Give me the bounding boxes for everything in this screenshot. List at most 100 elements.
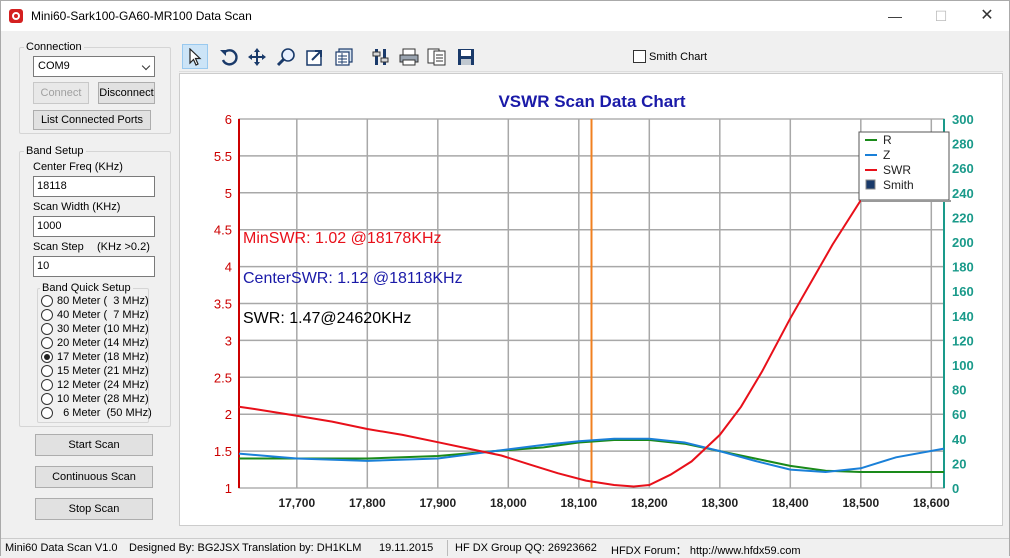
y-left-tick-label: 2 xyxy=(225,407,232,422)
status-version: Mini60 Data Scan V1.0 xyxy=(5,542,118,554)
status-date: 19.11.2015 xyxy=(379,542,434,554)
rotate-icon[interactable] xyxy=(216,44,242,69)
x-tick-label: 17,700 xyxy=(278,496,315,510)
band-radio-label: 12 Meter (24 MHz) xyxy=(57,379,149,391)
band-radio-label: 80 Meter ( 3 MHz) xyxy=(57,295,149,307)
x-tick-label: 18,300 xyxy=(701,496,738,510)
zoom-icon[interactable] xyxy=(273,44,299,69)
band-radio-option[interactable]: 30 Meter (10 MHz) xyxy=(41,322,149,336)
band-radio-option[interactable]: 15 Meter (21 MHz) xyxy=(41,364,149,378)
smith-chart-checkbox[interactable]: Smith Chart xyxy=(633,50,707,63)
scan-width-label: Scan Width (KHz) xyxy=(33,201,121,213)
continuous-scan-button[interactable]: Continuous Scan xyxy=(35,466,153,488)
scan-step-input[interactable]: 10 xyxy=(33,256,155,277)
y-right-tick-label: 220 xyxy=(952,210,974,225)
chart-annotation: SWR: 1.47@24620KHz xyxy=(243,310,411,327)
y-left-tick-label: 4 xyxy=(225,260,232,275)
status-translation: Translation by: DH1KLM xyxy=(242,542,362,554)
scan-step-label: Scan Step xyxy=(33,241,84,253)
close-button[interactable]: ✕ xyxy=(964,1,1010,31)
band-radio-option[interactable]: 6 Meter (50 MHz) xyxy=(41,406,152,420)
band-radio-option[interactable]: 12 Meter (24 MHz) xyxy=(41,378,149,392)
y-right-tick-label: 80 xyxy=(952,383,966,398)
port-select[interactable]: COM9 xyxy=(33,56,155,77)
y-right-tick-label: 120 xyxy=(952,333,974,348)
y-left-tick-label: 3 xyxy=(225,333,232,348)
band-radio-option[interactable]: 17 Meter (18 MHz) xyxy=(41,350,149,364)
port-select-value: COM9 xyxy=(38,60,70,72)
status-designed-by: Designed By: BG2JSX xyxy=(129,542,240,554)
y-left-tick-label: 2.5 xyxy=(214,370,232,385)
pointer-icon[interactable] xyxy=(182,44,208,69)
smith-chart-label: Smith Chart xyxy=(649,50,708,63)
settings-icon[interactable] xyxy=(368,44,394,69)
disconnect-button[interactable]: Disconnect xyxy=(98,82,155,104)
center-freq-input[interactable]: 18118 xyxy=(33,176,155,197)
x-tick-label: 17,800 xyxy=(349,496,386,510)
band-quick-setup-title: Band Quick Setup xyxy=(40,282,133,294)
list-ports-button[interactable]: List Connected Ports xyxy=(33,110,151,130)
radio-icon[interactable] xyxy=(41,379,53,391)
chevron-down-icon xyxy=(141,61,151,71)
y-right-tick-label: 140 xyxy=(952,309,974,324)
radio-icon[interactable] xyxy=(41,393,53,405)
y-left-tick-label: 4.5 xyxy=(214,223,232,238)
radio-icon[interactable] xyxy=(41,407,53,419)
chart-toolbar xyxy=(179,41,1003,72)
radio-icon[interactable] xyxy=(41,351,53,363)
y-right-tick-label: 60 xyxy=(952,407,966,422)
chart-panel[interactable]: 17,700 17,800 17,900 18,000 18,100 18,200 18,3… xyxy=(179,73,1003,526)
band-radio-label: 6 Meter (50 MHz) xyxy=(57,407,152,419)
band-radio-option[interactable]: 40 Meter ( 7 MHz) xyxy=(41,308,149,322)
x-tick-label: 18,100 xyxy=(560,496,597,510)
smith-chart-checkbox-box[interactable] xyxy=(633,50,646,63)
maximize-button[interactable]: ☐ xyxy=(918,1,964,31)
y-right-tick-label: 300 xyxy=(952,112,974,127)
start-scan-button[interactable]: Start Scan xyxy=(35,434,153,456)
band-radio-label: 10 Meter (28 MHz) xyxy=(57,393,149,405)
scan-width-input[interactable]: 1000 xyxy=(33,216,155,237)
vswr-chart[interactable]: 17,700 17,800 17,900 18,000 18,100 18,200 18,3… xyxy=(180,74,1002,525)
x-tick-label: 18,500 xyxy=(842,496,879,510)
band-radio-option[interactable]: 20 Meter (14 MHz) xyxy=(41,336,149,350)
pan-icon[interactable] xyxy=(244,44,270,69)
y-left-tick-label: 1 xyxy=(225,481,232,496)
connect-button[interactable]: Connect xyxy=(33,82,89,104)
radio-icon[interactable] xyxy=(41,337,53,349)
radio-icon[interactable] xyxy=(41,295,53,307)
band-radio-label: 40 Meter ( 7 MHz) xyxy=(57,309,149,321)
title-bar[interactable]: Mini60-Sark100-GA60-MR100 Data Scan — ☐ … xyxy=(1,1,1009,31)
print-icon[interactable] xyxy=(396,44,422,69)
y-right-tick-label: 0 xyxy=(952,481,959,496)
radio-icon[interactable] xyxy=(41,309,53,321)
chart-annotation: CenterSWR: 1.12 @18118KHz xyxy=(243,270,463,287)
band-radio-option[interactable]: 80 Meter ( 3 MHz) xyxy=(41,294,149,308)
legend-label: R xyxy=(883,133,892,147)
legend-label: Smith xyxy=(883,178,914,192)
legend-label: Z xyxy=(883,148,890,162)
y-left-tick-label: 3.5 xyxy=(214,297,232,312)
y-right-tick-label: 180 xyxy=(952,260,974,275)
radio-icon[interactable] xyxy=(41,365,53,377)
legend-swatch xyxy=(865,179,876,190)
radio-icon[interactable] xyxy=(41,323,53,335)
center-freq-label: Center Freq (KHz) xyxy=(33,161,123,173)
data-icon[interactable] xyxy=(331,44,357,69)
x-tick-label: 17,900 xyxy=(419,496,456,510)
band-radio-option[interactable]: 10 Meter (28 MHz) xyxy=(41,392,149,406)
band-setup-group-title: Band Setup xyxy=(24,145,86,157)
status-bar: Mini60 Data Scan V1.0 Designed By: BG2JS… xyxy=(1,538,1009,557)
y-right-tick-label: 200 xyxy=(952,235,974,250)
x-tick-label: 18,200 xyxy=(631,496,668,510)
export-icon[interactable] xyxy=(302,44,328,69)
y-right-tick-label: 40 xyxy=(952,432,966,447)
minimize-button[interactable]: — xyxy=(872,1,918,31)
copy-icon[interactable] xyxy=(424,44,450,69)
y-right-tick-label: 160 xyxy=(952,284,974,299)
band-radio-label: 20 Meter (14 MHz) xyxy=(57,337,149,349)
x-tick-label: 18,600 xyxy=(913,496,950,510)
x-tick-label: 18,000 xyxy=(490,496,527,510)
stop-scan-button[interactable]: Stop Scan xyxy=(35,498,153,520)
y-right-tick-label: 20 xyxy=(952,456,966,471)
save-icon[interactable] xyxy=(453,44,479,69)
